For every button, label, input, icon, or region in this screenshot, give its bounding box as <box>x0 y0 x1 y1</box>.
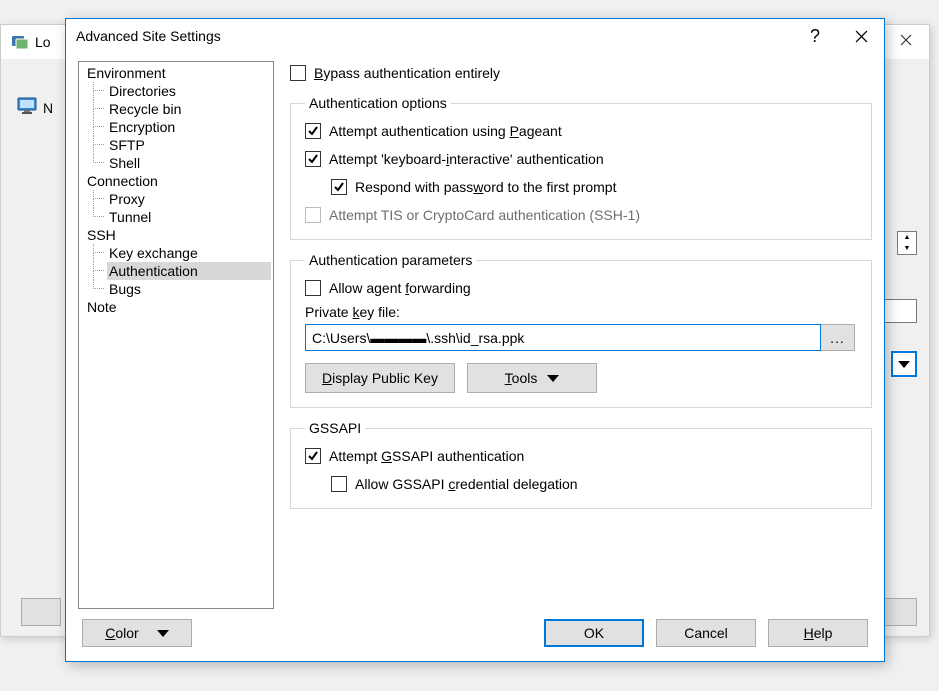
color-button[interactable]: Color <box>82 619 192 647</box>
gssapi-legend: GSSAPI <box>305 420 365 436</box>
tree-note[interactable]: Note <box>85 298 271 316</box>
tree-recycle-bin[interactable]: Recycle bin <box>107 100 271 118</box>
auth-params-group: Authentication parameters Allow agent fo… <box>290 252 872 408</box>
tree-encryption[interactable]: Encryption <box>107 118 271 136</box>
gssapi-group: GSSAPI Attempt GSSAPI authentication All… <box>290 420 872 509</box>
background-sidebar-label: N <box>43 100 53 116</box>
auth-params-legend: Authentication parameters <box>305 252 476 268</box>
tree-bugs[interactable]: Bugs <box>107 280 271 298</box>
bypass-auth-checkbox[interactable] <box>290 65 306 81</box>
chevron-down-icon <box>157 630 169 637</box>
background-title: Lo <box>35 34 51 50</box>
help-titlebar-button[interactable]: ? <box>792 21 838 51</box>
background-sidebar-item[interactable]: N <box>17 97 53 118</box>
background-button-left[interactable] <box>21 598 61 626</box>
tree-connection[interactable]: Connection <box>85 172 271 190</box>
cancel-button[interactable]: Cancel <box>656 619 756 647</box>
pageant-checkbox[interactable] <box>305 123 321 139</box>
tis-cryptocard-label: Attempt TIS or CryptoCard authentication… <box>329 207 640 223</box>
tools-button[interactable]: Tools <box>467 363 597 393</box>
browse-button[interactable]: ... <box>821 324 855 351</box>
authentication-panel: Bypass authentication entirely Authentic… <box>290 61 872 609</box>
respond-password-checkbox[interactable] <box>331 179 347 195</box>
allow-agent-forwarding-checkbox[interactable] <box>305 280 321 296</box>
gssapi-delegation-checkbox[interactable] <box>331 476 347 492</box>
background-close-button[interactable] <box>883 25 929 55</box>
dialog-title: Advanced Site Settings <box>76 28 792 44</box>
auth-options-group: Authentication options Attempt authentic… <box>290 95 872 240</box>
auth-options-legend: Authentication options <box>305 95 451 111</box>
gssapi-attempt-label: Attempt GSSAPI authentication <box>329 448 524 464</box>
close-button[interactable] <box>838 21 884 51</box>
gssapi-delegation-label: Allow GSSAPI credential delegation <box>355 476 578 492</box>
app-icon <box>11 33 29 51</box>
gssapi-attempt-checkbox[interactable] <box>305 448 321 464</box>
settings-tree[interactable]: Environment Directories Recycle bin Encr… <box>78 61 274 609</box>
background-spinner[interactable]: ▲▼ <box>897 231 917 255</box>
ok-button[interactable]: OK <box>544 619 644 647</box>
private-key-label: Private key file: <box>305 298 857 324</box>
allow-agent-forwarding-label: Allow agent forwarding <box>329 280 471 296</box>
pageant-label: Attempt authentication using Pageant <box>329 123 562 139</box>
tree-proxy[interactable]: Proxy <box>107 190 271 208</box>
dialog-button-bar: Color OK Cancel Help <box>66 609 884 661</box>
dialog-titlebar: Advanced Site Settings ? <box>66 19 884 53</box>
tree-directories[interactable]: Directories <box>107 82 271 100</box>
private-key-input[interactable] <box>305 324 821 351</box>
tree-key-exchange[interactable]: Key exchange <box>107 244 271 262</box>
bypass-auth-label: Bypass authentication entirely <box>314 65 500 81</box>
advanced-site-settings-dialog: Advanced Site Settings ? Environment Dir… <box>65 18 885 662</box>
keyboard-interactive-label: Attempt 'keyboard-interactive' authentic… <box>329 151 604 167</box>
help-button[interactable]: Help <box>768 619 868 647</box>
chevron-down-icon <box>547 375 559 382</box>
keyboard-interactive-checkbox[interactable] <box>305 151 321 167</box>
tis-cryptocard-checkbox <box>305 207 321 223</box>
tree-tunnel[interactable]: Tunnel <box>107 208 271 226</box>
monitor-icon <box>17 97 37 118</box>
tree-shell[interactable]: Shell <box>107 154 271 172</box>
close-icon <box>855 30 868 43</box>
tree-ssh[interactable]: SSH <box>85 226 271 244</box>
respond-password-label: Respond with password to the first promp… <box>355 179 616 195</box>
display-public-key-button[interactable]: Display Public Key <box>305 363 455 393</box>
tree-environment[interactable]: Environment <box>85 64 271 82</box>
background-dropdown-fragment[interactable] <box>891 351 917 377</box>
tree-authentication[interactable]: Authentication <box>107 262 271 280</box>
tree-sftp[interactable]: SFTP <box>107 136 271 154</box>
